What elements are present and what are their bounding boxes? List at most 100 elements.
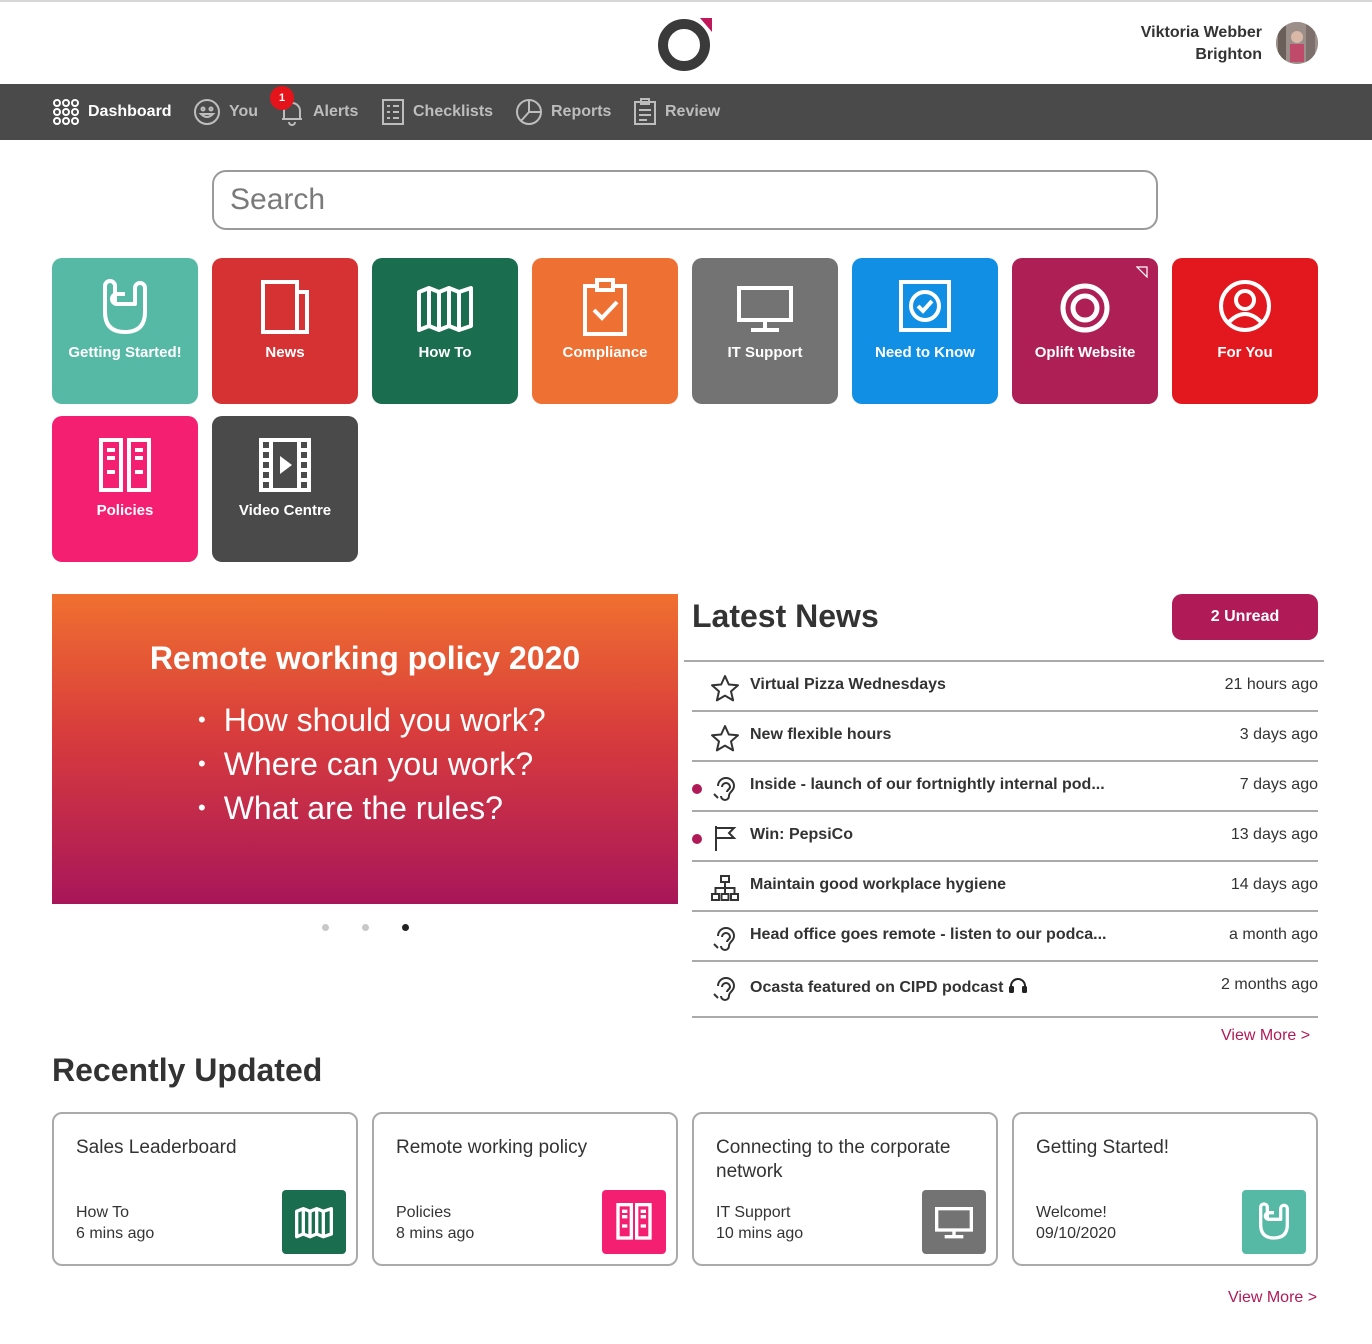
- card-meta: Welcome! 09/10/2020: [1036, 1202, 1116, 1244]
- nav-label: Dashboard: [88, 103, 172, 120]
- news-item[interactable]: Virtual Pizza Wednesdays 21 hours ago: [692, 662, 1318, 712]
- carousel-dot-active[interactable]: [402, 924, 409, 931]
- tile-news[interactable]: News: [212, 258, 358, 404]
- pie-chart-icon: [516, 99, 542, 125]
- user-name: Viktoria Webber: [1140, 24, 1262, 41]
- header: Viktoria Webber Brighton: [0, 2, 1372, 84]
- carousel-dot[interactable]: [362, 924, 369, 931]
- news-item-title-text: Ocasta featured on CIPD podcast: [750, 979, 1004, 996]
- nav-label: Alerts: [313, 103, 359, 120]
- org-chart-icon: [711, 875, 739, 901]
- star-icon: [711, 675, 739, 702]
- tile-need-to-know[interactable]: Need to Know: [852, 258, 998, 404]
- map-icon: [295, 1207, 333, 1239]
- news-item-time: 7 days ago: [1239, 776, 1318, 793]
- tile-it-support[interactable]: IT Support: [692, 258, 838, 404]
- card-section: Policies: [396, 1204, 452, 1221]
- user-info[interactable]: Viktoria Webber Brighton: [1141, 22, 1262, 66]
- news-item-time: 14 days ago: [1230, 876, 1318, 893]
- tile-for-you[interactable]: For You: [1172, 258, 1318, 404]
- star-icon: [711, 725, 739, 752]
- tile-label: How To: [418, 344, 472, 361]
- alerts-badge: 1: [270, 86, 294, 110]
- recent-card[interactable]: Sales Leaderboard How To 6 mins ago: [52, 1112, 358, 1266]
- nav-item-dashboard[interactable]: Dashboard: [52, 84, 172, 140]
- monitor-icon: [935, 1207, 973, 1239]
- tile-getting-started[interactable]: Getting Started!: [52, 258, 198, 404]
- news-item-time: a month ago: [1229, 926, 1318, 943]
- news-item[interactable]: New flexible hours 3 days ago: [692, 712, 1318, 762]
- news-item-title: Virtual Pizza Wednesdays: [750, 676, 946, 693]
- card-time: 10 mins ago: [716, 1225, 804, 1242]
- news-item[interactable]: Inside - launch of our fortnightly inter…: [692, 762, 1318, 812]
- tile-label: For You: [1217, 344, 1273, 361]
- binders-icon: [99, 438, 151, 492]
- recent-view-more-link[interactable]: View More >: [1228, 1289, 1317, 1307]
- banner-bullet: How should you work?: [198, 700, 546, 744]
- check-badge-icon: [899, 280, 951, 332]
- news-item-time: 3 days ago: [1239, 726, 1318, 743]
- external-link-corner-icon: [1136, 266, 1148, 278]
- featured-banner[interactable]: Remote working policy 2020 How should yo…: [52, 594, 678, 904]
- card-meta: IT Support 10 mins ago: [716, 1202, 803, 1244]
- map-icon: [417, 286, 473, 332]
- tile-label: Need to Know: [875, 344, 975, 361]
- tile-policies[interactable]: Policies: [52, 416, 198, 562]
- nav-label: Review: [665, 103, 721, 120]
- film-icon: [259, 438, 311, 492]
- nav-item-reports[interactable]: Reports: [515, 84, 611, 140]
- nav-label: Reports: [551, 103, 612, 120]
- recent-card[interactable]: Connecting to the corporate network IT S…: [692, 1112, 998, 1266]
- unread-button[interactable]: 2 Unread: [1172, 594, 1318, 640]
- search-input[interactable]: [212, 170, 1158, 230]
- card-section: IT Support: [716, 1204, 791, 1221]
- smiley-icon: [194, 99, 220, 125]
- banner-bullet: Where can you work?: [198, 744, 546, 788]
- tile-label: IT Support: [727, 344, 803, 361]
- news-item-title: Inside - launch of our fortnightly inter…: [750, 776, 1105, 793]
- avatar-photo: [1276, 22, 1318, 64]
- unread-dot: [692, 784, 702, 794]
- news-item[interactable]: Maintain good workplace hygiene 14 days …: [692, 862, 1318, 912]
- rock-hand-icon: [103, 279, 147, 334]
- news-item-title: Maintain good workplace hygiene: [750, 876, 1007, 893]
- recently-updated-title: Recently Updated: [52, 1052, 323, 1088]
- nav-item-checklists[interactable]: Checklists: [381, 84, 493, 140]
- tile-oplift-website[interactable]: Oplift Website: [1012, 258, 1158, 404]
- banner-title: Remote working policy 2020: [149, 640, 581, 676]
- news-item-title: Head office goes remote - listen to our …: [750, 926, 1107, 943]
- tile-compliance[interactable]: Compliance: [532, 258, 678, 404]
- tile-label: Getting Started!: [68, 344, 182, 361]
- tile-how-to[interactable]: How To: [372, 258, 518, 404]
- card-time: 09/10/2020: [1036, 1225, 1117, 1242]
- card-time: 6 mins ago: [76, 1225, 155, 1242]
- recent-card[interactable]: Remote working policy Policies 8 mins ag…: [372, 1112, 678, 1266]
- avatar[interactable]: [1276, 22, 1318, 64]
- headphones-icon: [1008, 978, 1027, 993]
- main-nav: Dashboard You Alerts Checklists Reports …: [0, 84, 1372, 140]
- clipboard-icon: [634, 98, 656, 125]
- nav-item-you[interactable]: You: [193, 84, 258, 140]
- news-item-title: Win: PepsiCo: [750, 826, 853, 843]
- banner-bullets: How should you work? Where can you work?…: [198, 700, 546, 832]
- card-time: 8 mins ago: [396, 1225, 475, 1242]
- nav-item-review[interactable]: Review: [633, 84, 720, 140]
- card-title: Sales Leaderboard: [76, 1137, 237, 1158]
- app-logo-icon[interactable]: [654, 16, 714, 72]
- tile-video-centre[interactable]: Video Centre: [212, 416, 358, 562]
- newspaper-icon: [261, 280, 309, 334]
- tile-label: Compliance: [562, 344, 648, 361]
- news-item[interactable]: Head office goes remote - listen to our …: [692, 912, 1318, 962]
- news-item[interactable]: Ocasta featured on CIPD podcast 2 months…: [692, 962, 1318, 1018]
- card-meta: Policies 8 mins ago: [396, 1202, 474, 1244]
- monitor-icon: [737, 286, 793, 332]
- news-view-more-link[interactable]: View More >: [1221, 1027, 1310, 1045]
- latest-news-title: Latest News: [692, 598, 879, 634]
- binders-icon: [616, 1203, 652, 1240]
- carousel-dot[interactable]: [322, 924, 329, 931]
- news-item[interactable]: Win: PepsiCo 13 days ago: [692, 812, 1318, 862]
- recent-card[interactable]: Getting Started! Welcome! 09/10/2020: [1012, 1112, 1318, 1266]
- news-item-title: Ocasta featured on CIPD podcast: [750, 976, 1028, 997]
- tile-label: Oplift Website: [1034, 344, 1136, 361]
- checklist-icon: [382, 99, 404, 125]
